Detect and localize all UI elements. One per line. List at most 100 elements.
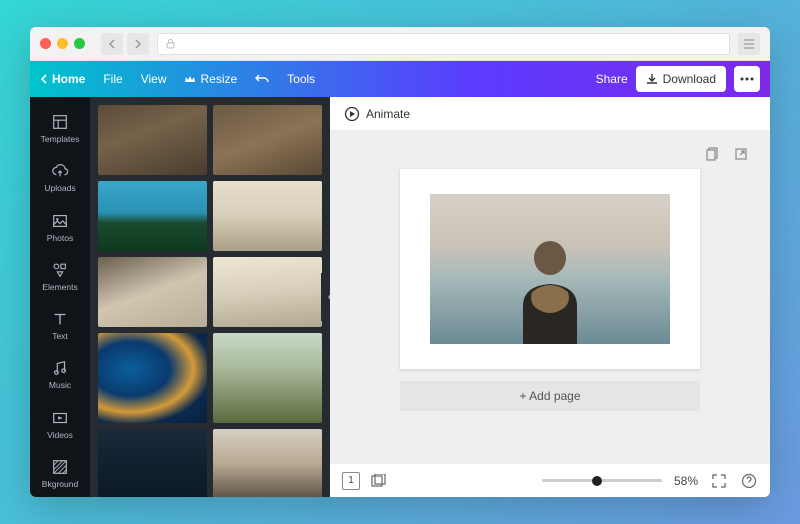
photo-thumb[interactable]: [98, 257, 207, 327]
cloud-upload-icon: [51, 162, 69, 180]
photo-thumb[interactable]: [98, 333, 207, 423]
file-label: File: [103, 72, 122, 86]
image-icon: [51, 212, 69, 230]
photo-thumb[interactable]: [98, 181, 207, 251]
external-icon: [734, 147, 748, 161]
photo-thumb[interactable]: [98, 429, 207, 497]
maximize-light[interactable]: [74, 38, 85, 49]
animate-button[interactable]: Animate: [366, 107, 410, 121]
canvas-area: Animate: [330, 97, 770, 497]
open-page-button[interactable]: [732, 145, 750, 163]
app-toolbar: Home File View Resize Tools Share Downlo…: [30, 61, 770, 97]
add-page-button[interactable]: + Add page: [400, 381, 700, 411]
sidebar-item-music[interactable]: Music: [30, 351, 90, 398]
canvas-page[interactable]: [400, 169, 700, 369]
more-button[interactable]: [734, 66, 760, 92]
rail-label: Music: [49, 380, 71, 390]
nav-buttons: [101, 33, 149, 55]
share-button[interactable]: Share: [596, 72, 628, 86]
browser-chrome: [30, 27, 770, 61]
animate-icon: [344, 106, 360, 122]
tools-label: Tools: [287, 72, 315, 86]
bottom-bar: 1 58%: [330, 463, 770, 497]
photo-thumb[interactable]: [213, 257, 322, 327]
photo-thumb[interactable]: [98, 105, 207, 175]
undo-button[interactable]: [255, 73, 269, 85]
close-light[interactable]: [40, 38, 51, 49]
person-silhouette: [505, 234, 595, 344]
pages-icon: [371, 474, 387, 488]
resize-button[interactable]: Resize: [184, 72, 237, 86]
address-bar[interactable]: [157, 33, 730, 55]
download-button[interactable]: Download: [636, 66, 726, 92]
sidebar-item-bkground[interactable]: Bkground: [30, 450, 90, 497]
window-lights: [40, 38, 85, 49]
duplicate-page-button[interactable]: [704, 145, 722, 163]
photo-thumb[interactable]: [213, 333, 322, 423]
forward-button[interactable]: [127, 33, 149, 55]
help-button[interactable]: [740, 472, 758, 490]
view-label: View: [141, 72, 167, 86]
download-icon: [646, 73, 658, 85]
sidebar-item-elements[interactable]: Elements: [30, 253, 90, 300]
templates-icon: [51, 113, 69, 131]
sidebar-item-uploads[interactable]: Uploads: [30, 154, 90, 201]
fullscreen-button[interactable]: [710, 472, 728, 490]
page-number: 1: [348, 475, 354, 486]
rail-label: Bkground: [42, 479, 78, 489]
pages-grid-button[interactable]: [370, 472, 388, 490]
tools-menu[interactable]: Tools: [287, 72, 315, 86]
bottom-left: 1: [342, 472, 388, 490]
collapse-panel-button[interactable]: [321, 273, 330, 321]
photo-grid: [98, 105, 322, 497]
text-icon: [51, 310, 69, 328]
view-menu[interactable]: View: [141, 72, 167, 86]
play-icon: [51, 409, 69, 427]
music-icon: [51, 359, 69, 377]
crown-icon: [184, 74, 196, 84]
zoom-value[interactable]: 58%: [674, 474, 698, 488]
sidebar-item-text[interactable]: Text: [30, 302, 90, 349]
rail-label: Text: [52, 331, 68, 341]
sidebar-item-videos[interactable]: Videos: [30, 401, 90, 448]
animate-label: Animate: [366, 107, 410, 121]
copy-icon: [706, 147, 720, 161]
context-bar: Animate: [330, 97, 770, 131]
rail-label: Photos: [47, 233, 73, 243]
slider-handle[interactable]: [592, 476, 602, 486]
sidebar-item-templates[interactable]: Templates: [30, 105, 90, 152]
editor-viewport[interactable]: + Add page: [330, 131, 770, 463]
menu-icon: [743, 39, 755, 49]
side-rail: Templates Uploads Photos Elements Text M…: [30, 97, 90, 497]
rail-label: Videos: [47, 430, 73, 440]
help-icon: [741, 473, 757, 489]
toolbar-left: Home File View Resize Tools: [40, 72, 315, 86]
workspace: Templates Uploads Photos Elements Text M…: [30, 97, 770, 497]
zoom-slider[interactable]: [542, 479, 662, 482]
minimize-light[interactable]: [57, 38, 68, 49]
placed-image[interactable]: [430, 194, 670, 344]
resize-label: Resize: [200, 72, 237, 86]
toolbar-right: Share Download: [596, 66, 760, 92]
expand-icon: [712, 474, 726, 488]
hatch-icon: [51, 458, 69, 476]
chevron-left-icon: [40, 74, 48, 84]
file-menu[interactable]: File: [103, 72, 122, 86]
app-window: Home File View Resize Tools Share Downlo…: [30, 27, 770, 497]
page-actions: [704, 145, 750, 163]
dots-icon: [740, 77, 754, 81]
rail-label: Uploads: [44, 183, 75, 193]
photo-thumb[interactable]: [213, 105, 322, 175]
add-page-label: + Add page: [519, 389, 580, 403]
photo-thumb[interactable]: [213, 181, 322, 251]
page-indicator[interactable]: 1: [342, 472, 360, 490]
sidebar-item-photos[interactable]: Photos: [30, 204, 90, 251]
browser-menu-button[interactable]: [738, 33, 760, 55]
rail-label: Templates: [41, 134, 80, 144]
photo-thumb[interactable]: [213, 429, 322, 497]
home-button[interactable]: Home: [40, 72, 85, 86]
back-button[interactable]: [101, 33, 123, 55]
lock-icon: [166, 38, 175, 49]
share-label: Share: [596, 72, 628, 86]
photos-panel: [90, 97, 330, 497]
